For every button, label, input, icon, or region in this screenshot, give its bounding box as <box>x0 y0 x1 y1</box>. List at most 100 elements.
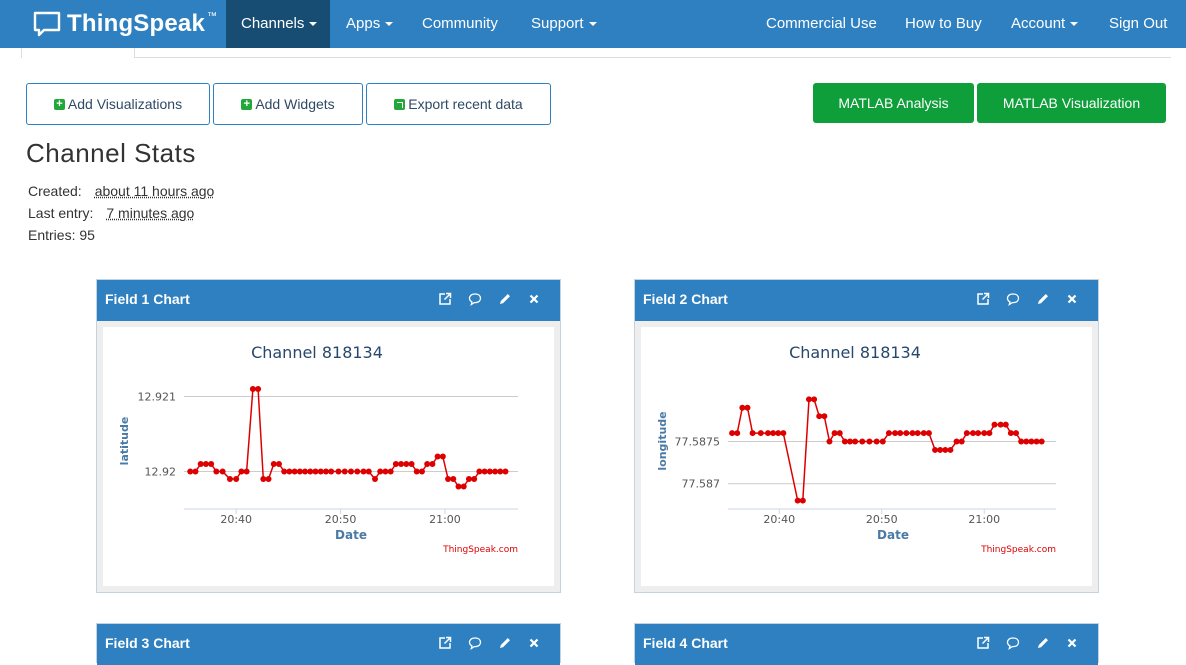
nav-channels-dropdown[interactable]: Channels <box>226 0 330 48</box>
data-point[interactable] <box>187 468 194 475</box>
data-point[interactable] <box>249 386 256 392</box>
data-point[interactable] <box>445 476 452 482</box>
data-point[interactable] <box>969 430 976 437</box>
data-point[interactable] <box>811 396 818 403</box>
data-point[interactable] <box>764 430 771 437</box>
data-point[interactable] <box>270 461 277 467</box>
data-point[interactable] <box>942 446 949 453</box>
data-point[interactable] <box>734 430 741 437</box>
matlab-analysis-button[interactable]: MATLAB Analysis <box>813 83 974 123</box>
active-tab[interactable] <box>21 48 135 58</box>
data-point[interactable] <box>382 468 389 475</box>
data-point[interactable] <box>775 430 782 437</box>
external-link-icon[interactable] <box>976 292 990 306</box>
pencil-icon[interactable] <box>1036 292 1050 306</box>
data-point[interactable] <box>826 438 833 445</box>
nav-support-dropdown[interactable]: Support <box>516 0 612 48</box>
data-point[interactable] <box>403 461 410 467</box>
data-point[interactable] <box>281 468 288 475</box>
nav-apps-dropdown[interactable]: Apps <box>331 0 408 48</box>
data-point[interactable] <box>873 438 880 445</box>
close-icon[interactable] <box>527 636 541 650</box>
data-point[interactable] <box>794 497 801 504</box>
data-point[interactable] <box>307 468 314 475</box>
comment-icon[interactable] <box>1006 636 1020 650</box>
data-point[interactable] <box>226 476 233 482</box>
data-point[interactable] <box>348 468 354 475</box>
add-widgets-button[interactable]: + Add Widgets <box>213 83 363 125</box>
data-point[interactable] <box>322 468 329 475</box>
data-point[interactable] <box>434 453 441 460</box>
data-point[interactable] <box>852 438 859 445</box>
data-point[interactable] <box>1018 438 1025 445</box>
data-point[interactable] <box>963 430 970 437</box>
data-point[interactable] <box>413 468 420 475</box>
matlab-visualization-button[interactable]: MATLAB Visualization <box>977 83 1166 123</box>
nav-account-dropdown[interactable]: Account <box>996 0 1093 48</box>
data-point[interactable] <box>991 421 998 428</box>
data-point[interactable] <box>909 430 916 437</box>
close-icon[interactable] <box>1065 636 1079 650</box>
close-icon[interactable] <box>527 292 541 306</box>
external-link-icon[interactable] <box>438 292 452 306</box>
data-point[interactable] <box>836 430 843 437</box>
data-point[interactable] <box>986 430 993 437</box>
data-point[interactable] <box>208 461 215 467</box>
nav-commercial-use-link[interactable]: Commercial Use <box>751 0 892 48</box>
data-point[interactable] <box>265 476 272 482</box>
data-point[interactable] <box>925 430 932 437</box>
data-point[interactable] <box>892 430 899 437</box>
data-point[interactable] <box>997 421 1004 428</box>
data-point[interactable] <box>408 461 415 467</box>
data-point[interactable] <box>335 468 342 475</box>
external-link-icon[interactable] <box>438 636 452 650</box>
data-point[interactable] <box>365 468 372 475</box>
data-point[interactable] <box>885 430 892 437</box>
data-point[interactable] <box>255 386 262 392</box>
data-point[interactable] <box>372 476 379 482</box>
close-icon[interactable] <box>1065 292 1079 306</box>
data-point[interactable] <box>1023 438 1030 445</box>
data-point[interactable] <box>780 430 787 437</box>
data-point[interactable] <box>341 468 348 475</box>
data-point[interactable] <box>816 413 823 420</box>
comment-icon[interactable] <box>468 636 482 650</box>
data-point[interactable] <box>197 461 204 467</box>
data-point[interactable] <box>1033 438 1040 445</box>
data-point[interactable] <box>286 468 293 475</box>
data-point[interactable] <box>841 438 848 445</box>
data-point[interactable] <box>744 404 751 411</box>
data-point[interactable] <box>497 468 504 475</box>
data-point[interactable] <box>424 461 431 467</box>
data-point[interactable] <box>377 468 384 475</box>
data-point[interactable] <box>460 483 467 490</box>
data-point[interactable] <box>360 468 367 475</box>
data-point[interactable] <box>805 396 812 403</box>
data-point[interactable] <box>243 468 250 475</box>
pencil-icon[interactable] <box>498 292 512 306</box>
pencil-icon[interactable] <box>498 636 512 650</box>
data-point[interactable] <box>418 468 425 475</box>
data-point[interactable] <box>291 468 298 475</box>
data-point[interactable] <box>947 446 954 453</box>
data-point[interactable] <box>749 430 756 437</box>
nav-sign-out-link[interactable]: Sign Out <box>1094 0 1182 48</box>
data-point[interactable] <box>439 453 446 460</box>
data-point[interactable] <box>317 468 324 475</box>
data-point[interactable] <box>476 468 483 475</box>
data-point[interactable] <box>471 476 478 482</box>
data-point[interactable] <box>213 468 220 475</box>
data-point[interactable] <box>202 461 209 467</box>
data-point[interactable] <box>770 430 777 437</box>
data-point[interactable] <box>429 461 436 467</box>
data-point[interactable] <box>958 438 965 445</box>
data-point[interactable] <box>932 446 939 453</box>
data-point[interactable] <box>328 468 335 475</box>
data-point[interactable] <box>739 404 746 411</box>
data-point[interactable] <box>866 438 873 445</box>
data-point[interactable] <box>354 468 361 475</box>
data-point[interactable] <box>486 468 493 475</box>
data-point[interactable] <box>846 438 853 445</box>
data-point[interactable] <box>233 476 240 482</box>
data-point[interactable] <box>219 468 226 475</box>
